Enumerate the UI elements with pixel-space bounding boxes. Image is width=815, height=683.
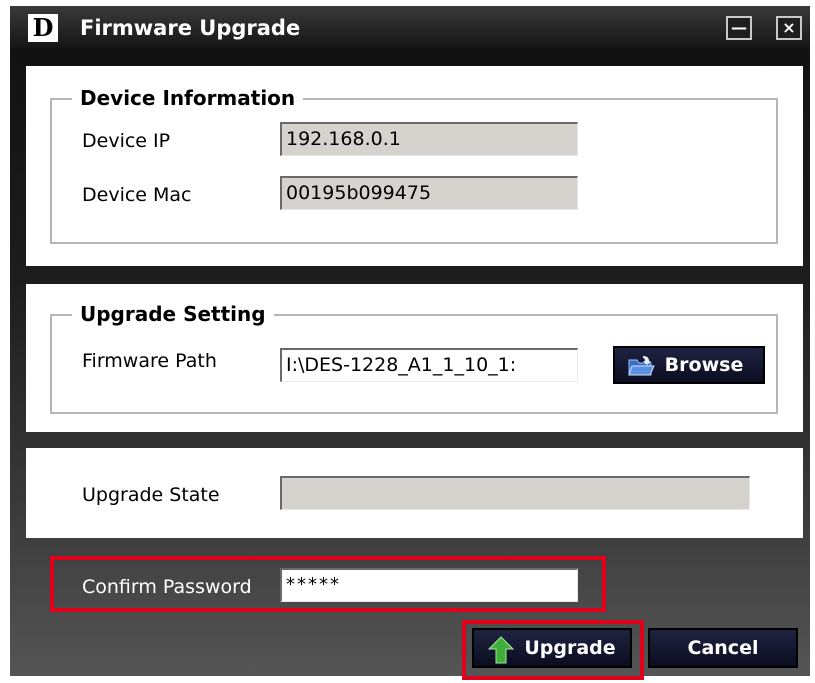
cancel-button[interactable]: Cancel (648, 628, 798, 668)
browse-button[interactable]: Browse (613, 346, 765, 384)
minimize-button[interactable]: — (726, 16, 752, 40)
dlink-logo: D (28, 14, 58, 42)
device-ip-field: 192.168.0.1 (280, 122, 578, 156)
device-information-panel: Device Information Device IP 192.168.0.1… (26, 66, 803, 266)
browse-button-label: Browse (664, 354, 744, 376)
upgrade-setting-heading: Upgrade Setting (72, 300, 274, 328)
folder-icon (628, 356, 655, 376)
device-mac-field: 00195b099475 (280, 176, 578, 210)
window-title: Firmware Upgrade (80, 16, 301, 40)
device-information-group: Device Information Device IP 192.168.0.1… (50, 84, 778, 244)
upgrade-state-panel: Upgrade State (26, 448, 803, 538)
upgrade-highlight-box (462, 620, 644, 680)
firmware-upgrade-window: D Firmware Upgrade — × Device Informatio… (10, 6, 810, 680)
device-ip-label: Device IP (82, 130, 171, 152)
upgrade-setting-panel: Upgrade Setting Firmware Path I:\DES-122… (26, 284, 803, 432)
device-information-heading: Device Information (72, 84, 304, 112)
firmware-path-input[interactable]: I:\DES-1228_A1_1_10_1: (280, 348, 578, 382)
upgrade-state-field (280, 476, 750, 510)
upgrade-state-label: Upgrade State (82, 484, 220, 506)
close-button[interactable]: × (776, 16, 802, 40)
cancel-button-label: Cancel (687, 637, 759, 659)
device-mac-label: Device Mac (82, 184, 192, 206)
firmware-path-label: Firmware Path (82, 350, 217, 372)
password-highlight-box (50, 556, 606, 612)
title-bar: D Firmware Upgrade — × (10, 6, 810, 48)
